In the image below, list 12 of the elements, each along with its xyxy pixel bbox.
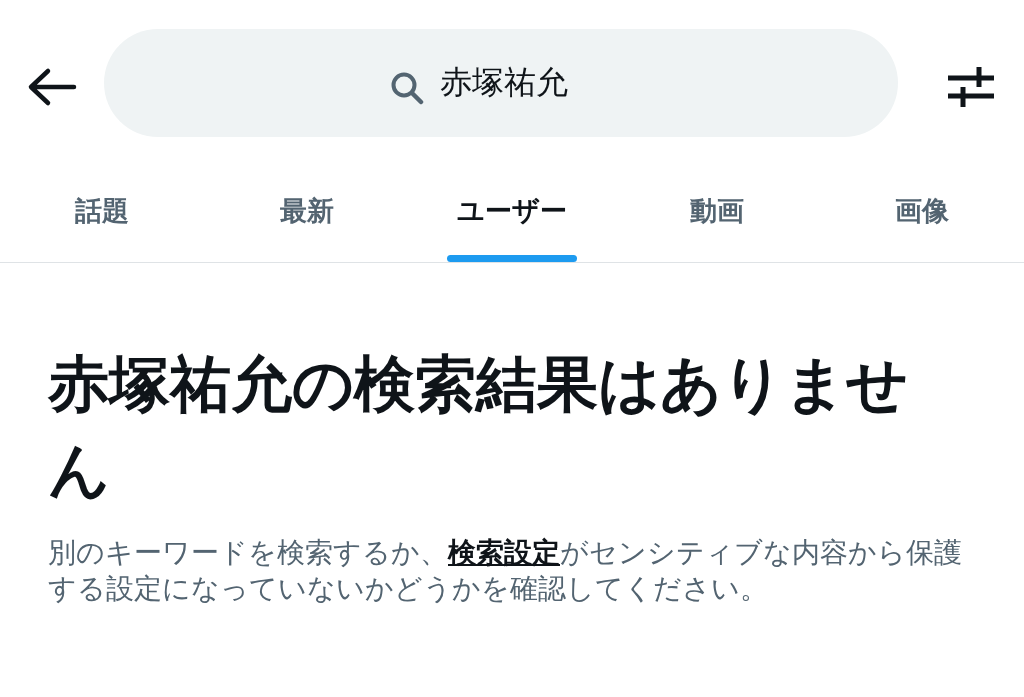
tab[interactable]: 動画 (679, 174, 754, 262)
search-field[interactable]: 赤塚祐允 (104, 29, 898, 137)
tab[interactable]: 話題 (65, 174, 140, 262)
tab[interactable]: ユーザー (447, 174, 577, 262)
hint-text: 別のキーワードを検索するか、検索設定がセンシティブな内容から保護する設定になっていないかどうかを確認してください。 (48, 535, 963, 607)
back-arrow-icon[interactable] (26, 67, 78, 107)
search-settings-link[interactable]: 検索設定 (448, 536, 560, 569)
tab[interactable]: 画像 (884, 174, 959, 262)
no-results-title: 赤塚祐允の検索結果はありません (48, 347, 909, 507)
tab[interactable]: 最新 (270, 174, 345, 262)
filter-icon[interactable] (946, 64, 996, 110)
search-icon (390, 71, 424, 105)
